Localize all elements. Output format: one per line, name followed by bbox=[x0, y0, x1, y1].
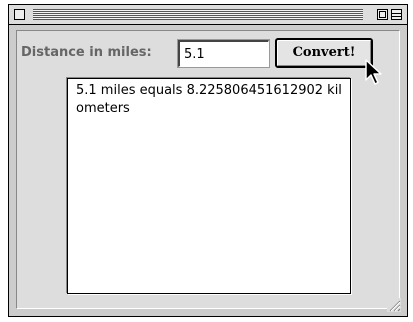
resize-grip-icon[interactable] bbox=[387, 298, 401, 312]
output-text-area[interactable]: 5.1 miles equals 8.225806451612902 kilom… bbox=[67, 78, 351, 294]
arrow-pointer-icon bbox=[363, 58, 385, 90]
close-box-icon[interactable] bbox=[14, 9, 25, 20]
zoom-box-icon[interactable] bbox=[377, 9, 388, 20]
screen: Distance in miles: Convert! 5.1 miles eq… bbox=[0, 0, 413, 322]
title-bar[interactable] bbox=[9, 5, 407, 25]
title-bar-stripes bbox=[33, 9, 363, 20]
miles-input[interactable] bbox=[177, 39, 270, 68]
distance-label: Distance in miles: bbox=[21, 45, 152, 60]
convert-button[interactable]: Convert! bbox=[275, 38, 373, 68]
collapse-box-icon[interactable] bbox=[391, 9, 402, 20]
